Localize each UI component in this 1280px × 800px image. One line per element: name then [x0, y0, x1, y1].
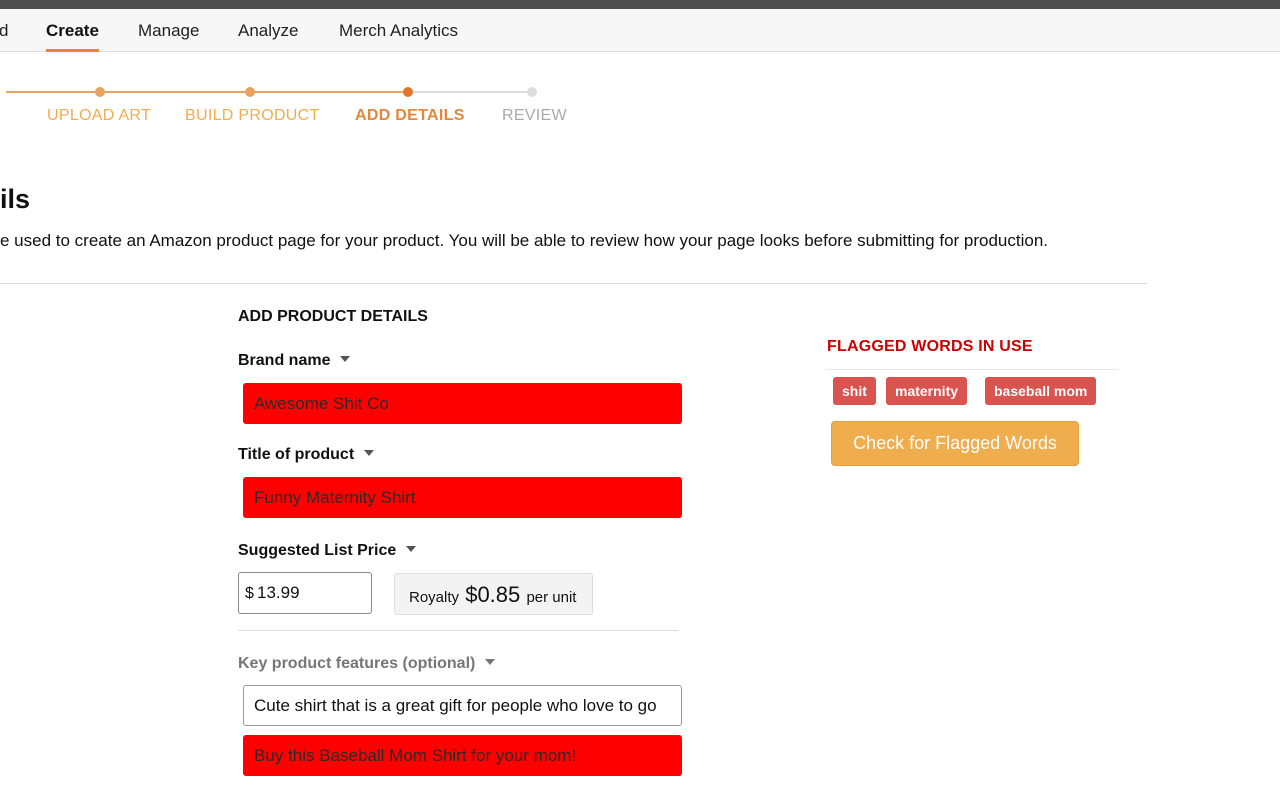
brand-name-label-text: Brand name	[238, 352, 331, 369]
section-title: ADD PRODUCT DETAILS	[238, 308, 428, 325]
product-title-label[interactable]: Title of product	[238, 446, 375, 464]
browser-top-strip	[0, 0, 1280, 9]
brand-name-label[interactable]: Brand name	[238, 352, 351, 370]
caret-down-icon[interactable]	[340, 355, 351, 362]
nav-item-merch-analytics[interactable]: Merch Analytics	[339, 21, 458, 41]
step-review: REVIEW	[502, 107, 567, 124]
feature-bullet-2-input[interactable]	[243, 735, 682, 776]
list-price-input[interactable]	[257, 579, 365, 607]
currency-symbol: $	[245, 585, 254, 602]
feature-bullet-1-input[interactable]	[243, 685, 682, 726]
step-dot-review	[527, 87, 537, 97]
step-build-product[interactable]: BUILD PRODUCT	[185, 107, 320, 125]
step-dot-add-details	[403, 87, 413, 97]
royalty-suffix: per unit	[526, 589, 577, 606]
stepper-line-pending	[408, 91, 532, 93]
list-price-label[interactable]: Suggested List Price	[238, 542, 417, 560]
flagged-tag: baseball mom	[985, 377, 1097, 405]
nav-active-indicator	[46, 49, 99, 52]
nav-item-manage[interactable]: Manage	[138, 21, 199, 41]
step-add-details: ADD DETAILS	[355, 107, 465, 124]
flagged-tag: shit	[833, 377, 876, 405]
section-divider	[0, 283, 1147, 284]
royalty-prefix: Royalty	[409, 589, 460, 606]
list-price-field[interactable]: $	[238, 572, 372, 614]
step-dot-upload-art	[95, 87, 105, 97]
top-nav: d Create Manage Analyze Merch Analytics	[0, 9, 1280, 52]
product-title-input[interactable]	[243, 477, 682, 518]
nav-item-analyze[interactable]: Analyze	[238, 21, 298, 41]
flagged-tag: maternity	[886, 377, 968, 405]
key-features-label[interactable]: Key product features (optional)	[238, 655, 496, 673]
stepper-line-complete	[6, 91, 408, 93]
caret-down-icon[interactable]	[364, 449, 375, 456]
brand-name-input[interactable]	[243, 383, 682, 424]
nav-item-partial[interactable]: d	[0, 21, 8, 41]
check-flagged-words-button[interactable]: Check for Flagged Words	[831, 421, 1079, 466]
royalty-amount: $0.85	[465, 582, 521, 607]
key-features-label-text: Key product features (optional)	[238, 655, 476, 672]
caret-down-icon[interactable]	[485, 658, 496, 665]
list-price-label-text: Suggested List Price	[238, 542, 397, 559]
step-dot-build-product	[245, 87, 255, 97]
page-intro: e used to create an Amazon product page …	[0, 231, 1049, 250]
product-title-label-text: Title of product	[238, 446, 355, 463]
flagged-words-title: FLAGGED WORDS IN USE	[827, 338, 1033, 355]
page-title: ils	[0, 184, 31, 214]
step-upload-art[interactable]: UPLOAD ART	[47, 107, 151, 125]
caret-down-icon[interactable]	[406, 545, 417, 552]
nav-item-create[interactable]: Create	[46, 21, 99, 41]
field-divider	[238, 630, 678, 631]
royalty-display: Royalty $0.85 per unit	[394, 573, 593, 615]
